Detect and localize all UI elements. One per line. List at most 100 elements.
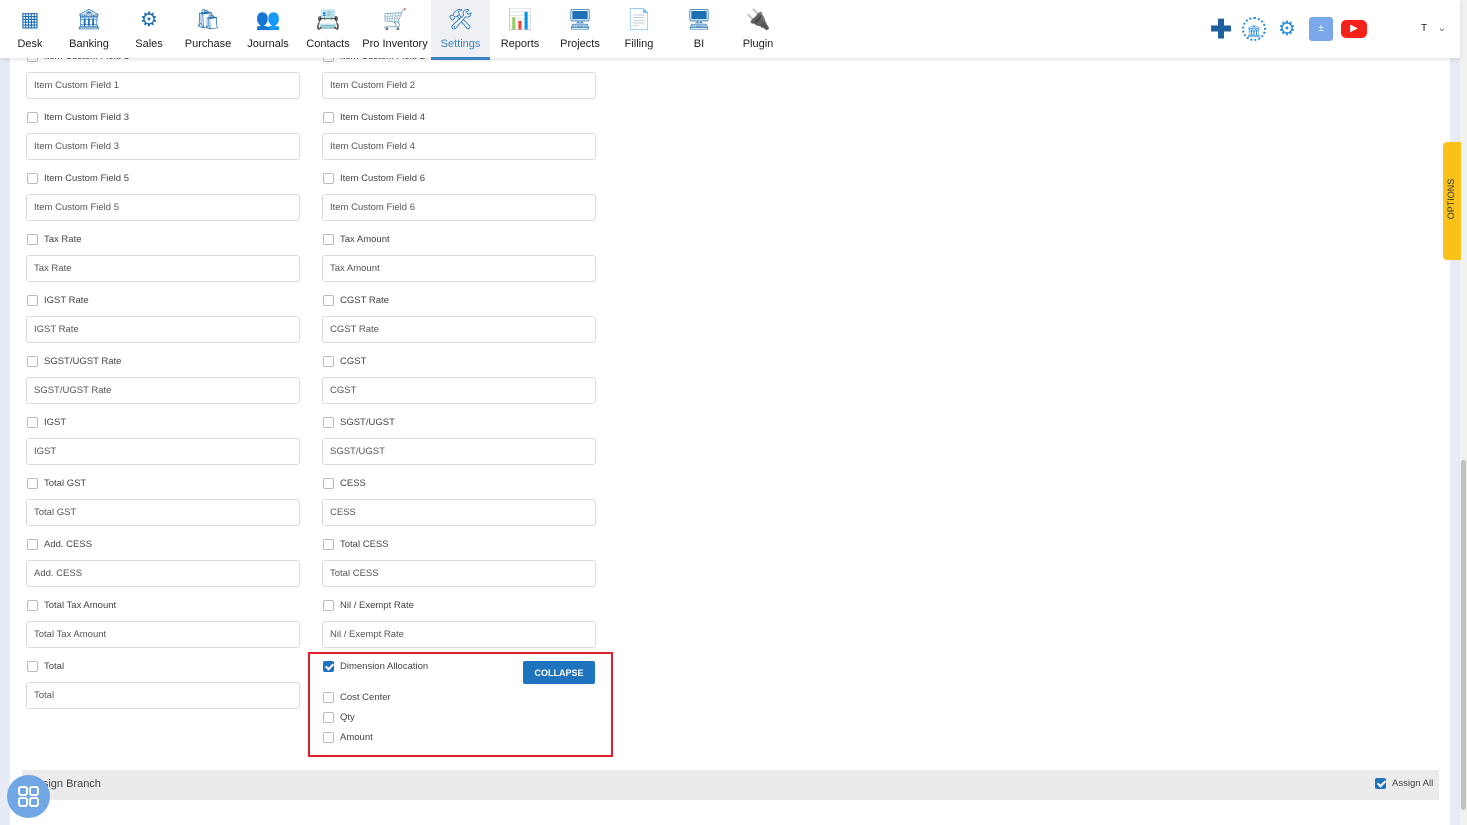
nav-label: Projects [560, 38, 600, 50]
field-caption-input[interactable] [322, 438, 596, 465]
amount-checkbox[interactable]: Amount [323, 732, 373, 743]
field-checkbox[interactable]: SGST/UGST [323, 417, 395, 428]
qty-checkbox[interactable]: Qty [323, 712, 355, 723]
nav-bi[interactable]: 🖥 BI [679, 0, 719, 60]
nav-projects[interactable]: 🖥 Projects [555, 0, 605, 60]
field-caption-input[interactable] [26, 499, 300, 526]
youtube-icon[interactable]: ▶ [1341, 20, 1367, 38]
field-checkbox[interactable]: CGST [323, 356, 366, 367]
nav-label: Contacts [306, 38, 350, 50]
field-caption-input[interactable] [322, 377, 596, 404]
nav-settings[interactable]: 🛠 Settings [431, 0, 490, 60]
field-checkbox[interactable]: Total [27, 661, 64, 672]
nav-label: Plugin [742, 38, 774, 50]
options-tab[interactable]: OPTIONS [1443, 142, 1461, 260]
nav-banking[interactable]: 🏛 Banking [65, 0, 113, 60]
grid-icon [18, 786, 39, 807]
field-label: CESS [340, 478, 366, 489]
field-label: Item Custom Field 5 [44, 173, 129, 184]
page-gutter-left [0, 58, 10, 825]
top-nav: ✚ 🏛 ⚙ ± ▶ T ⌄ ▦ Desk 🏛 Banking ⚙ Sales 🛍 Purcha… [0, 0, 1460, 60]
bank-sync-icon[interactable]: 🏛 [1242, 17, 1266, 41]
nav-pro-inventory[interactable]: 🛒 Pro Inventory [359, 0, 431, 60]
field-checkbox[interactable]: Item Custom Field 6 [323, 173, 425, 184]
assign-all-checkbox[interactable]: Assign All [1375, 778, 1433, 789]
gear-icon[interactable]: ⚙ [1275, 17, 1299, 41]
field-caption-input[interactable] [26, 682, 300, 709]
purchase-icon: 🛍 [195, 9, 221, 31]
nav-sales[interactable]: ⚙ Sales [129, 0, 169, 60]
field-label: CGST [340, 356, 367, 367]
field-checkbox[interactable]: Total GST [27, 478, 86, 489]
plus-icon[interactable]: ✚ [1209, 16, 1233, 42]
field-checkbox[interactable]: Total Tax Amount [27, 600, 116, 611]
field-caption-input[interactable] [26, 316, 300, 343]
field-label: IGST Rate [44, 295, 89, 306]
field-caption-input[interactable] [26, 621, 300, 648]
nav-label: Banking [69, 38, 109, 50]
cost-center-checkbox[interactable]: Cost Center [323, 692, 391, 703]
field-checkbox[interactable]: Total CESS [323, 539, 389, 550]
assign-all-label: Assign All [1392, 778, 1434, 789]
nav-contacts[interactable]: 📇 Contacts [303, 0, 353, 60]
nav-label: Filling [624, 38, 654, 50]
nav-label: Reports [500, 38, 540, 50]
nav-plugin[interactable]: 🔌 Plugin [735, 0, 781, 60]
field-label: Total [44, 661, 65, 672]
checkbox[interactable] [323, 661, 334, 672]
field-label: Add. CESS [44, 539, 93, 550]
nav-journals[interactable]: 👥 Journals [246, 0, 290, 60]
qty-label: Qty [340, 712, 355, 723]
field-caption-input[interactable] [322, 255, 596, 282]
field-caption-input[interactable] [322, 560, 596, 587]
chevron-down-icon[interactable]: ⌄ [1430, 17, 1454, 41]
bi-icon: 🖥 [686, 9, 712, 31]
settings-tools-icon: 🛠 [447, 9, 474, 31]
field-checkbox[interactable]: CESS [323, 478, 366, 489]
field-label: Total GST [44, 478, 87, 489]
field-checkbox[interactable]: Tax Amount [323, 234, 390, 245]
nav-purchase[interactable]: 🛍 Purchase [183, 0, 233, 60]
nav-desk[interactable]: ▦ Desk [10, 0, 50, 60]
field-checkbox[interactable]: CGST Rate [323, 295, 389, 306]
field-checkbox[interactable]: Item Custom Field 5 [27, 173, 129, 184]
field-label: CGST Rate [340, 295, 389, 306]
field-caption-input[interactable] [26, 560, 300, 587]
field-checkbox[interactable]: Add. CESS [27, 539, 92, 550]
nav-reports[interactable]: 📊 Reports [494, 0, 546, 60]
field-checkbox[interactable]: IGST Rate [27, 295, 89, 306]
scrollbar-thumb[interactable] [1461, 460, 1466, 810]
field-checkbox[interactable]: Item Custom Field 4 [323, 112, 425, 123]
calculator-icon[interactable]: ± [1309, 17, 1333, 41]
field-caption-input[interactable] [322, 133, 596, 160]
field-caption-input[interactable] [322, 499, 596, 526]
nav-filling[interactable]: 📄 Filling [615, 0, 663, 60]
apps-grid-button[interactable] [7, 775, 50, 818]
field-checkbox[interactable]: Item Custom Field 3 [27, 112, 129, 123]
field-caption-input[interactable] [322, 621, 596, 648]
field-caption-input[interactable] [26, 438, 300, 465]
collapse-button[interactable]: COLLAPSE [523, 661, 595, 684]
field-caption-input[interactable] [26, 194, 300, 221]
nav-label: Desk [17, 38, 43, 50]
field-checkbox[interactable]: Nil / Exempt Rate [323, 600, 414, 611]
dimension-allocation-checkbox[interactable]: Dimension Allocation [323, 661, 428, 672]
field-caption-input[interactable] [322, 316, 596, 343]
field-checkbox[interactable]: SGST/UGST Rate [27, 356, 121, 367]
inventory-icon: 🛒 [382, 9, 408, 31]
nav-label: BI [693, 38, 705, 50]
field-label: Total CESS [340, 539, 389, 550]
field-caption-input[interactable] [26, 255, 300, 282]
field-checkbox[interactable]: Tax Rate [27, 234, 82, 245]
nav-label: Pro Inventory [362, 38, 428, 50]
bank-icon: 🏛 [76, 9, 102, 31]
field-checkbox[interactable]: IGST [27, 417, 66, 428]
assign-branch-bar[interactable]: Assign Branch Assign All [22, 770, 1439, 800]
plugin-icon: 🔌 [745, 9, 771, 31]
field-label: IGST [44, 417, 67, 428]
field-caption-input[interactable] [322, 72, 596, 99]
field-caption-input[interactable] [322, 194, 596, 221]
field-caption-input[interactable] [26, 72, 300, 99]
field-caption-input[interactable] [26, 133, 300, 160]
field-caption-input[interactable] [26, 377, 300, 404]
